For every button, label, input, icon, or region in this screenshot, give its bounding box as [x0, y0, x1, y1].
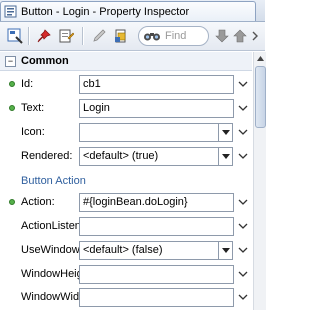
- property-row-rendered: Rendered: <default> (true): [0, 145, 252, 169]
- id-field[interactable]: cb1: [79, 75, 234, 94]
- arrow-up-icon: [233, 29, 247, 43]
- required-indicator-icon: [9, 81, 15, 87]
- vertical-scrollbar[interactable]: [253, 52, 266, 310]
- common-section-header[interactable]: − Common: [0, 52, 252, 71]
- chevron-down-icon[interactable]: [237, 220, 249, 232]
- chevron-down-icon[interactable]: [237, 102, 249, 114]
- dropdown-arrow-icon[interactable]: [218, 242, 232, 259]
- binoculars-icon: [144, 33, 160, 41]
- rendered-select[interactable]: <default> (true): [79, 147, 233, 166]
- chevron-right-icon: [252, 31, 258, 41]
- database-bind-icon: [115, 29, 126, 43]
- property-label-text: Text:: [21, 102, 45, 114]
- rendered-select-value: <default> (true): [83, 150, 159, 162]
- arrow-down-icon: [215, 29, 229, 43]
- use-window-select[interactable]: <default> (false): [79, 241, 233, 260]
- window-height-field[interactable]: [79, 265, 234, 284]
- property-row-id: Id: cb1: [0, 73, 252, 97]
- property-inspector-tab[interactable]: Button - Login - Property Inspector: [0, 1, 256, 21]
- chevron-down-icon[interactable]: [237, 150, 249, 162]
- chevron-down-icon[interactable]: [237, 78, 249, 90]
- required-indicator-icon: [9, 199, 15, 205]
- edit-button[interactable]: [90, 26, 108, 46]
- property-label-id: Id:: [21, 78, 34, 90]
- chevron-down-icon[interactable]: [237, 244, 249, 256]
- edit-properties-button[interactable]: [57, 26, 75, 46]
- property-row-action: Action: #{loginBean.doLogin}: [0, 191, 252, 215]
- toolbar: Find: [0, 22, 265, 51]
- property-row-icon: Icon:: [0, 121, 252, 145]
- property-row-text: Text: Login: [0, 97, 252, 121]
- dropdown-arrow-icon[interactable]: [218, 124, 232, 141]
- find-in-structure-icon: [7, 28, 23, 44]
- icon-select[interactable]: [79, 123, 233, 142]
- chevron-down-icon[interactable]: [237, 268, 249, 280]
- next-match-button[interactable]: [232, 26, 248, 46]
- collapse-icon[interactable]: −: [5, 55, 16, 67]
- property-row-use-window: UseWindow: <default> (false): [0, 239, 252, 263]
- scrollbar-thumb[interactable]: [255, 66, 266, 128]
- bind-button[interactable]: [112, 26, 130, 46]
- window-width-field[interactable]: [79, 288, 234, 307]
- previous-match-button[interactable]: [214, 26, 230, 46]
- search-field[interactable]: Find: [138, 26, 209, 46]
- dropdown-arrow-icon[interactable]: [218, 148, 232, 165]
- property-label-rendered: Rendered:: [21, 150, 73, 162]
- window-title: Button - Login - Property Inspector: [21, 5, 190, 18]
- tab-bar: Button - Login - Property Inspector: [0, 0, 265, 22]
- pin-icon: [37, 29, 51, 43]
- property-label-use-window: UseWindow:: [21, 244, 83, 256]
- required-indicator-icon: [9, 105, 15, 111]
- property-label-icon: Icon:: [21, 126, 45, 138]
- chevron-down-icon[interactable]: [237, 196, 249, 208]
- find-in-structure-button[interactable]: [6, 26, 24, 46]
- chevron-down-icon[interactable]: [237, 126, 249, 138]
- property-row-window-height: WindowHeight:: [0, 263, 252, 287]
- chevron-down-icon[interactable]: [237, 291, 249, 303]
- pencil-icon: [93, 29, 106, 42]
- section-title: Common: [21, 55, 69, 67]
- action-listener-field[interactable]: [79, 217, 234, 236]
- edit-properties-icon: [59, 29, 74, 43]
- pin-button[interactable]: [35, 26, 53, 46]
- text-field[interactable]: Login: [79, 99, 234, 118]
- toolbar-overflow-button[interactable]: [250, 26, 262, 46]
- action-field[interactable]: #{loginBean.doLogin}: [79, 193, 234, 212]
- property-row-action-listener: ActionListener:: [0, 215, 252, 239]
- scroll-up-arrow-icon[interactable]: [254, 52, 266, 64]
- property-label-action: Action:: [21, 196, 55, 208]
- property-row-window-width: WindowWidth:: [0, 286, 252, 310]
- search-input[interactable]: Find: [165, 30, 186, 42]
- button-action-subsection-title: Button Action: [21, 175, 86, 187]
- use-window-select-value: <default> (false): [83, 244, 163, 256]
- property-inspector-icon: [4, 5, 17, 18]
